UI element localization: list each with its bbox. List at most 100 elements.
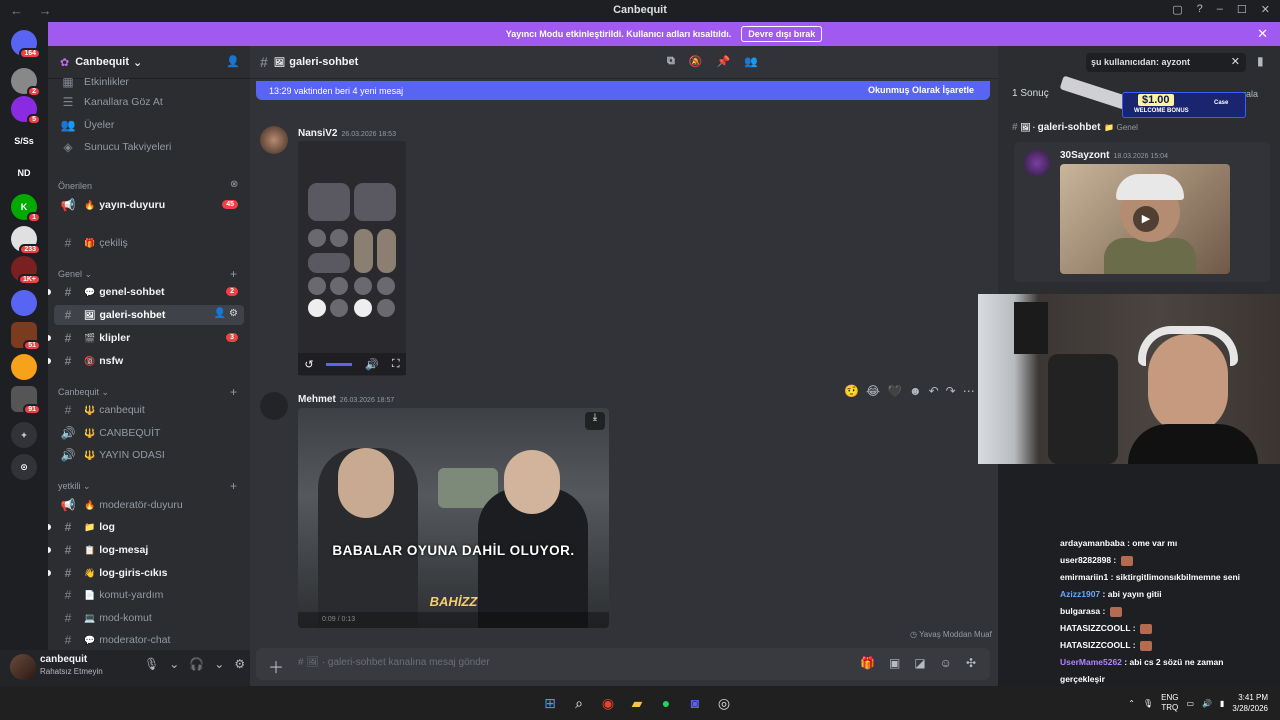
video-thumbnail[interactable]: ▶ bbox=[1060, 164, 1230, 274]
clock[interactable]: 3:41 PM 3/28/2026 bbox=[1232, 692, 1268, 714]
channel-klipler[interactable]: # 🎬 klipler 3 bbox=[54, 328, 244, 348]
channel-canbequit-voice[interactable]: 🔊 🔱 CANBEQUİT bbox=[54, 423, 244, 443]
forward-icon[interactable]: ↷ bbox=[946, 384, 956, 398]
channel-komut-yardim[interactable]: # 📄 komut-yardım bbox=[54, 585, 244, 605]
mute-icon[interactable]: 🔕 bbox=[689, 55, 703, 68]
avatar[interactable] bbox=[1024, 150, 1050, 176]
channel-yayin-odasi[interactable]: 🔊 🔱 YAYIN ODASI bbox=[54, 445, 244, 465]
language-indicator[interactable]: ENG TRQ bbox=[1161, 693, 1178, 713]
chevron-up-icon[interactable]: ⌃ bbox=[1128, 699, 1135, 708]
category-canbequit[interactable]: Canbequit ⌄ + bbox=[58, 385, 237, 399]
server-icon[interactable]: 164 bbox=[11, 30, 41, 59]
inbox-icon[interactable]: ▢ bbox=[1172, 3, 1182, 16]
server-icon[interactable]: ⊙ bbox=[11, 454, 37, 480]
explorer-icon[interactable]: ▰ bbox=[628, 694, 646, 712]
avatar[interactable] bbox=[260, 392, 288, 420]
category-general[interactable]: Genel ⌄ + bbox=[58, 267, 237, 281]
channel-canbequit[interactable]: # 🔱 canbequit bbox=[54, 400, 244, 420]
message-author[interactable]: NansiV2 bbox=[298, 128, 337, 139]
server-icon[interactable] bbox=[11, 290, 37, 316]
dismiss-icon[interactable]: ⊗ bbox=[230, 179, 238, 190]
maximize-button[interactable]: ☐ bbox=[1237, 3, 1247, 16]
battery-icon[interactable]: ▮ bbox=[1220, 699, 1224, 708]
channel-log-mesaj[interactable]: # 📋 log-mesaj bbox=[54, 540, 244, 560]
gear-icon[interactable]: ⚙ bbox=[234, 657, 245, 671]
threads-icon[interactable]: ⧉ bbox=[667, 55, 675, 68]
microphone-icon[interactable]: 🎙 bbox=[144, 657, 159, 671]
download-icon[interactable]: ⤓ bbox=[585, 412, 605, 430]
avatar[interactable] bbox=[10, 654, 36, 680]
channel-yayin-duyuru[interactable]: 📢 🔥 yayın-duyuru 45 bbox=[54, 195, 244, 215]
reaction-icon[interactable]: 🖤 bbox=[887, 384, 902, 398]
members-icon[interactable]: 👥 bbox=[744, 55, 758, 68]
clear-search-icon[interactable]: ✕ bbox=[1231, 55, 1240, 68]
events-item[interactable]: ▦ Etkinlikler bbox=[54, 72, 244, 92]
start-icon[interactable]: ⊞ bbox=[541, 694, 559, 712]
steam-icon[interactable]: ◎ bbox=[715, 694, 733, 712]
chrome-icon[interactable]: ◉ bbox=[599, 694, 617, 712]
attach-icon[interactable]: ＋ bbox=[268, 654, 284, 678]
add-channel-icon[interactable]: + bbox=[230, 385, 237, 399]
search-result-card[interactable]: 30Sayzont 18.03.2026 15:04 ▶ bbox=[1014, 142, 1270, 282]
members-item[interactable]: 👥 Üyeler bbox=[54, 115, 244, 135]
reaction-icon[interactable]: 😂 bbox=[866, 384, 880, 398]
invite-icon[interactable]: 👤 bbox=[226, 55, 240, 68]
reply-icon[interactable]: ↶ bbox=[929, 384, 939, 398]
channel-log-giris-cikis[interactable]: # 👋 log-giris-cıkıs bbox=[54, 563, 244, 583]
mark-as-read-button[interactable]: Okunmuş Olarak İşaretle bbox=[868, 85, 974, 95]
discord-icon[interactable]: ◙ bbox=[686, 694, 704, 712]
progress-bar[interactable] bbox=[326, 362, 353, 366]
server-icon[interactable]: 91 bbox=[11, 386, 41, 415]
channel-moderator-duyuru[interactable]: 📢 🔥 moderatör-duyuru bbox=[54, 495, 244, 515]
channel-log[interactable]: # 📁 log bbox=[54, 517, 244, 537]
composer-input[interactable]: # 🖼 · galeri-sohbet kanalına mesaj gönde… bbox=[298, 657, 490, 668]
server-boosts-item[interactable]: ◈ Sunucu Takviyeleri bbox=[54, 137, 244, 157]
pin-icon[interactable]: 📌 bbox=[717, 55, 731, 68]
server-icon[interactable]: + bbox=[11, 422, 37, 448]
browse-channels-item[interactable]: ☰ Kanallara Göz At bbox=[54, 92, 244, 112]
video-progress[interactable]: 0:09 / 0:13 bbox=[298, 612, 609, 628]
add-channel-icon[interactable]: + bbox=[230, 479, 237, 493]
server-icon[interactable] bbox=[11, 354, 37, 380]
gift-icon[interactable]: 🎁 bbox=[860, 656, 875, 670]
gif-icon[interactable]: ▣ bbox=[889, 656, 900, 670]
search-icon[interactable]: ⌕ bbox=[570, 694, 588, 712]
close-button[interactable]: ✕ bbox=[1261, 3, 1270, 16]
message-author[interactable]: Mehmet bbox=[298, 394, 336, 405]
spotify-icon[interactable]: ● bbox=[657, 694, 675, 712]
minimize-button[interactable]: – bbox=[1217, 3, 1223, 16]
search-input[interactable]: şu kullanıcıdan: ayzont ✕ bbox=[1086, 53, 1246, 72]
inbox-icon[interactable]: ▮ bbox=[1257, 54, 1264, 68]
channel-mod-komut[interactable]: # 💻 mod-komut bbox=[54, 608, 244, 628]
message-composer[interactable]: ＋ # 🖼 · galeri-sohbet kanalına mesaj gön… bbox=[256, 648, 990, 680]
headphones-icon[interactable]: 🎧 bbox=[189, 657, 204, 671]
volume-icon[interactable]: 🔊 bbox=[1202, 699, 1212, 708]
channel-galeri-sohbet[interactable]: # 🖼 galeri-sohbet 👤 ⚙ bbox=[54, 305, 244, 325]
new-messages-bar[interactable]: 13:29 vaktinden beri 4 yeni mesaj Okunmu… bbox=[256, 81, 990, 100]
chevron-down-icon[interactable]: ⌄ bbox=[214, 657, 224, 671]
add-reaction-icon[interactable]: ☻ bbox=[909, 384, 922, 398]
video-attachment[interactable]: BABALAR OYUNA DAHİL OLUYOR. BAHİZZ ⤓ 0:0… bbox=[298, 408, 609, 628]
image-attachment[interactable] bbox=[298, 141, 406, 376]
channel-settings-icon[interactable]: 👤 ⚙ bbox=[214, 308, 238, 319]
server-icon[interactable]: ND bbox=[11, 160, 37, 186]
channel-genel-sohbet[interactable]: # 💬 genel-sohbet 2 bbox=[54, 282, 244, 302]
chevron-down-icon[interactable]: ⌄ bbox=[169, 657, 179, 671]
server-icon[interactable]: S/Ss bbox=[11, 128, 37, 154]
server-icon[interactable]: 5 bbox=[11, 96, 41, 125]
server-icon[interactable]: 2 bbox=[11, 68, 41, 97]
help-icon[interactable]: ? bbox=[1197, 3, 1203, 16]
fullscreen-icon[interactable]: ⛶ bbox=[392, 358, 400, 371]
server-icon[interactable]: K1 bbox=[11, 194, 41, 223]
result-channel-header[interactable]: # 🖼 · galeri-sohbet 📁 Genel bbox=[1012, 122, 1138, 133]
network-icon[interactable]: ▭ bbox=[1186, 699, 1194, 708]
channel-nsfw[interactable]: # 🔞 nsfw bbox=[54, 351, 244, 371]
volume-icon[interactable]: 🔊 bbox=[365, 358, 379, 371]
channel-moderator-chat[interactable]: # 💬 moderator-chat bbox=[54, 630, 244, 650]
server-icon[interactable]: 51 bbox=[11, 322, 41, 351]
avatar[interactable] bbox=[260, 126, 288, 154]
category-staff[interactable]: yetkili ⌄ + bbox=[58, 479, 237, 493]
replay-icon[interactable]: ↺ bbox=[304, 358, 313, 371]
play-icon[interactable]: ▶ bbox=[1133, 206, 1159, 232]
server-icon[interactable]: 1K+ bbox=[11, 256, 41, 285]
